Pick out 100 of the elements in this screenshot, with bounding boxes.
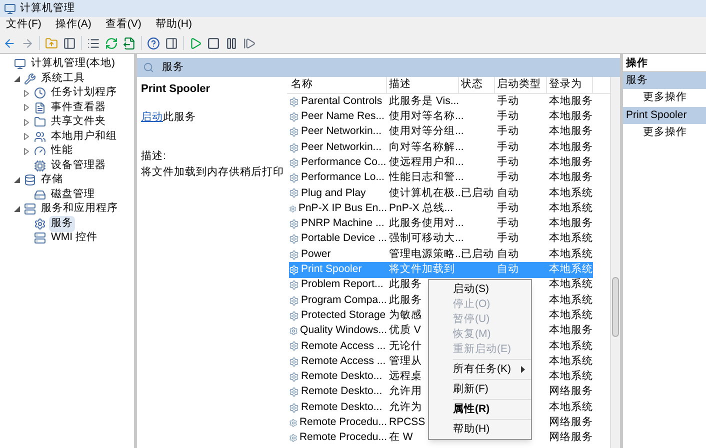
table-cell[interactable]: Performance Co... bbox=[301, 154, 386, 171]
table-cell: 本地系统 bbox=[549, 278, 593, 290]
table-cell[interactable]: Remote Procedu... bbox=[299, 430, 387, 446]
collapsed-arrow-icon[interactable] bbox=[24, 148, 29, 155]
gear-icon bbox=[34, 218, 46, 230]
menu-item[interactable]: 帮助(H) bbox=[155, 17, 192, 33]
table-cell: 本地系统 bbox=[549, 340, 593, 352]
folder-up-icon[interactable] bbox=[45, 36, 58, 50]
table-cell[interactable]: Plug and Play bbox=[301, 186, 366, 202]
actions-section-header[interactable]: Print Spooler bbox=[623, 107, 706, 124]
column-header[interactable]: 名称 bbox=[289, 77, 387, 93]
table-cell[interactable]: PnP-X IP Bus En... bbox=[298, 200, 387, 217]
chip-icon bbox=[34, 160, 46, 172]
table-cell[interactable]: Remote Access ... bbox=[301, 354, 386, 370]
gear-icon bbox=[289, 234, 299, 244]
panel-left-icon[interactable] bbox=[63, 36, 76, 50]
table-cell[interactable]: Portable Device ... bbox=[301, 231, 387, 248]
table-cell: 本地服务 bbox=[549, 324, 593, 336]
table-cell: 网络服务 bbox=[549, 431, 593, 444]
submenu-arrow-icon bbox=[521, 366, 525, 373]
menu-item[interactable]: 帮助(H) bbox=[429, 422, 531, 437]
tree-item[interactable]: 本地用户和组 bbox=[49, 128, 119, 145]
table-cell: PnP-X 总线... bbox=[389, 202, 454, 214]
expanded-arrow-icon[interactable] bbox=[14, 206, 20, 212]
collapsed-arrow-icon[interactable] bbox=[24, 133, 29, 140]
column-header[interactable]: 启动类型 bbox=[495, 77, 547, 93]
gear-icon bbox=[289, 188, 299, 198]
expanded-arrow-icon[interactable] bbox=[14, 177, 20, 184]
table-cell[interactable]: Remote Deskto... bbox=[301, 384, 382, 400]
start-link[interactable]: 启动 bbox=[141, 110, 163, 122]
tree-item[interactable]: 存储 bbox=[39, 172, 65, 188]
tree-item[interactable]: 设备管理器 bbox=[49, 158, 108, 174]
table-cell[interactable]: Peer Networkin... bbox=[301, 140, 382, 156]
table-cell: 允许为 bbox=[389, 400, 422, 413]
table-cell[interactable]: Program Compa... bbox=[301, 292, 387, 308]
menu-item[interactable]: 操作(A) bbox=[55, 17, 92, 33]
table-cell[interactable]: Problem Report... bbox=[301, 277, 384, 294]
table-cell[interactable]: Peer Networkin... bbox=[301, 124, 382, 140]
table-cell[interactable]: Peer Name Res... bbox=[301, 109, 384, 125]
menu-item[interactable]: 刷新(F) bbox=[429, 382, 531, 397]
collapsed-arrow-icon[interactable] bbox=[24, 90, 29, 97]
table-cell: 向对等名称解... bbox=[389, 140, 464, 153]
list-icon[interactable] bbox=[87, 36, 100, 50]
tree-item[interactable]: 任务计划程序 bbox=[49, 85, 119, 102]
scrollbar-thumb[interactable] bbox=[612, 277, 619, 337]
column-header[interactable]: 状态 bbox=[459, 77, 495, 93]
column-header[interactable]: 登录为 bbox=[547, 77, 593, 93]
table-cell[interactable]: Remote Deskto... bbox=[301, 400, 382, 416]
play-icon[interactable] bbox=[189, 36, 202, 50]
action-link[interactable]: 更多操作 bbox=[623, 124, 706, 142]
pause-icon[interactable] bbox=[225, 36, 238, 50]
table-cell[interactable]: Parental Controls bbox=[301, 94, 382, 110]
expanded-arrow-icon[interactable] bbox=[14, 76, 20, 82]
menu-item[interactable]: 文件(F) bbox=[6, 17, 42, 33]
gear-icon bbox=[289, 173, 299, 184]
gear-icon bbox=[289, 341, 299, 352]
export-icon[interactable] bbox=[123, 36, 136, 50]
resume-icon[interactable] bbox=[243, 36, 256, 50]
collapsed-arrow-icon[interactable] bbox=[24, 104, 29, 112]
table-cell[interactable]: Remote Access ... bbox=[301, 338, 386, 354]
table-cell: 自动 bbox=[497, 248, 519, 260]
table-cell[interactable]: PNRP Machine ... bbox=[301, 216, 384, 232]
back-arrow-icon[interactable] bbox=[3, 36, 16, 50]
tree-item[interactable]: 性能 bbox=[49, 143, 75, 160]
tree-item[interactable]: 系统工具 bbox=[39, 70, 87, 87]
help-icon[interactable] bbox=[147, 36, 160, 50]
tree-item[interactable]: 磁盘管理 bbox=[49, 186, 97, 203]
tree-item[interactable]: 共享文件夹 bbox=[49, 114, 108, 130]
panel-right-icon[interactable] bbox=[165, 36, 178, 50]
table-cell: 网络服务 bbox=[549, 385, 593, 398]
table-cell[interactable]: Power bbox=[301, 246, 331, 262]
table-cell[interactable]: Performance Lo... bbox=[301, 170, 384, 186]
table-cell: 自动 bbox=[497, 263, 519, 276]
gear-icon bbox=[289, 310, 299, 321]
menu-item[interactable]: 启动(S) bbox=[429, 282, 531, 297]
gear-icon bbox=[289, 372, 299, 382]
table-cell[interactable]: Protected Storage bbox=[301, 308, 386, 324]
menu-item[interactable]: 属性(R) bbox=[429, 402, 531, 417]
refresh-icon[interactable] bbox=[105, 36, 118, 50]
tree-item[interactable]: 计算机管理(本地) bbox=[29, 56, 117, 72]
actions-section-header[interactable]: 服务 bbox=[623, 72, 706, 89]
menu-item-label: 恢复(M) bbox=[453, 326, 491, 342]
table-cell[interactable]: Remote Procedu... bbox=[299, 415, 387, 431]
column-header[interactable]: 描述 bbox=[387, 77, 459, 93]
database-icon bbox=[24, 174, 36, 186]
server-icon bbox=[34, 232, 46, 244]
collapsed-arrow-icon[interactable] bbox=[24, 118, 29, 126]
action-link[interactable]: 更多操作 bbox=[623, 89, 706, 107]
scrollbar[interactable] bbox=[610, 77, 620, 448]
tree-item[interactable]: 事件查看器 bbox=[49, 100, 108, 116]
stop-icon[interactable] bbox=[207, 36, 220, 50]
menu-item[interactable]: 查看(V) bbox=[105, 17, 142, 33]
table-cell[interactable]: Remote Deskto... bbox=[301, 369, 382, 385]
forward-arrow-icon[interactable] bbox=[21, 36, 34, 50]
menu-item[interactable]: 所有任务(K) bbox=[429, 362, 531, 377]
table-cell: 本地系统 bbox=[549, 370, 593, 382]
tree-item[interactable]: 服务和应用程序 bbox=[39, 201, 120, 218]
tree-item[interactable]: WMI 控件 bbox=[49, 230, 100, 246]
table-cell[interactable]: Quality Windows... bbox=[300, 323, 387, 339]
tree-item[interactable]: 服务 bbox=[49, 216, 75, 232]
